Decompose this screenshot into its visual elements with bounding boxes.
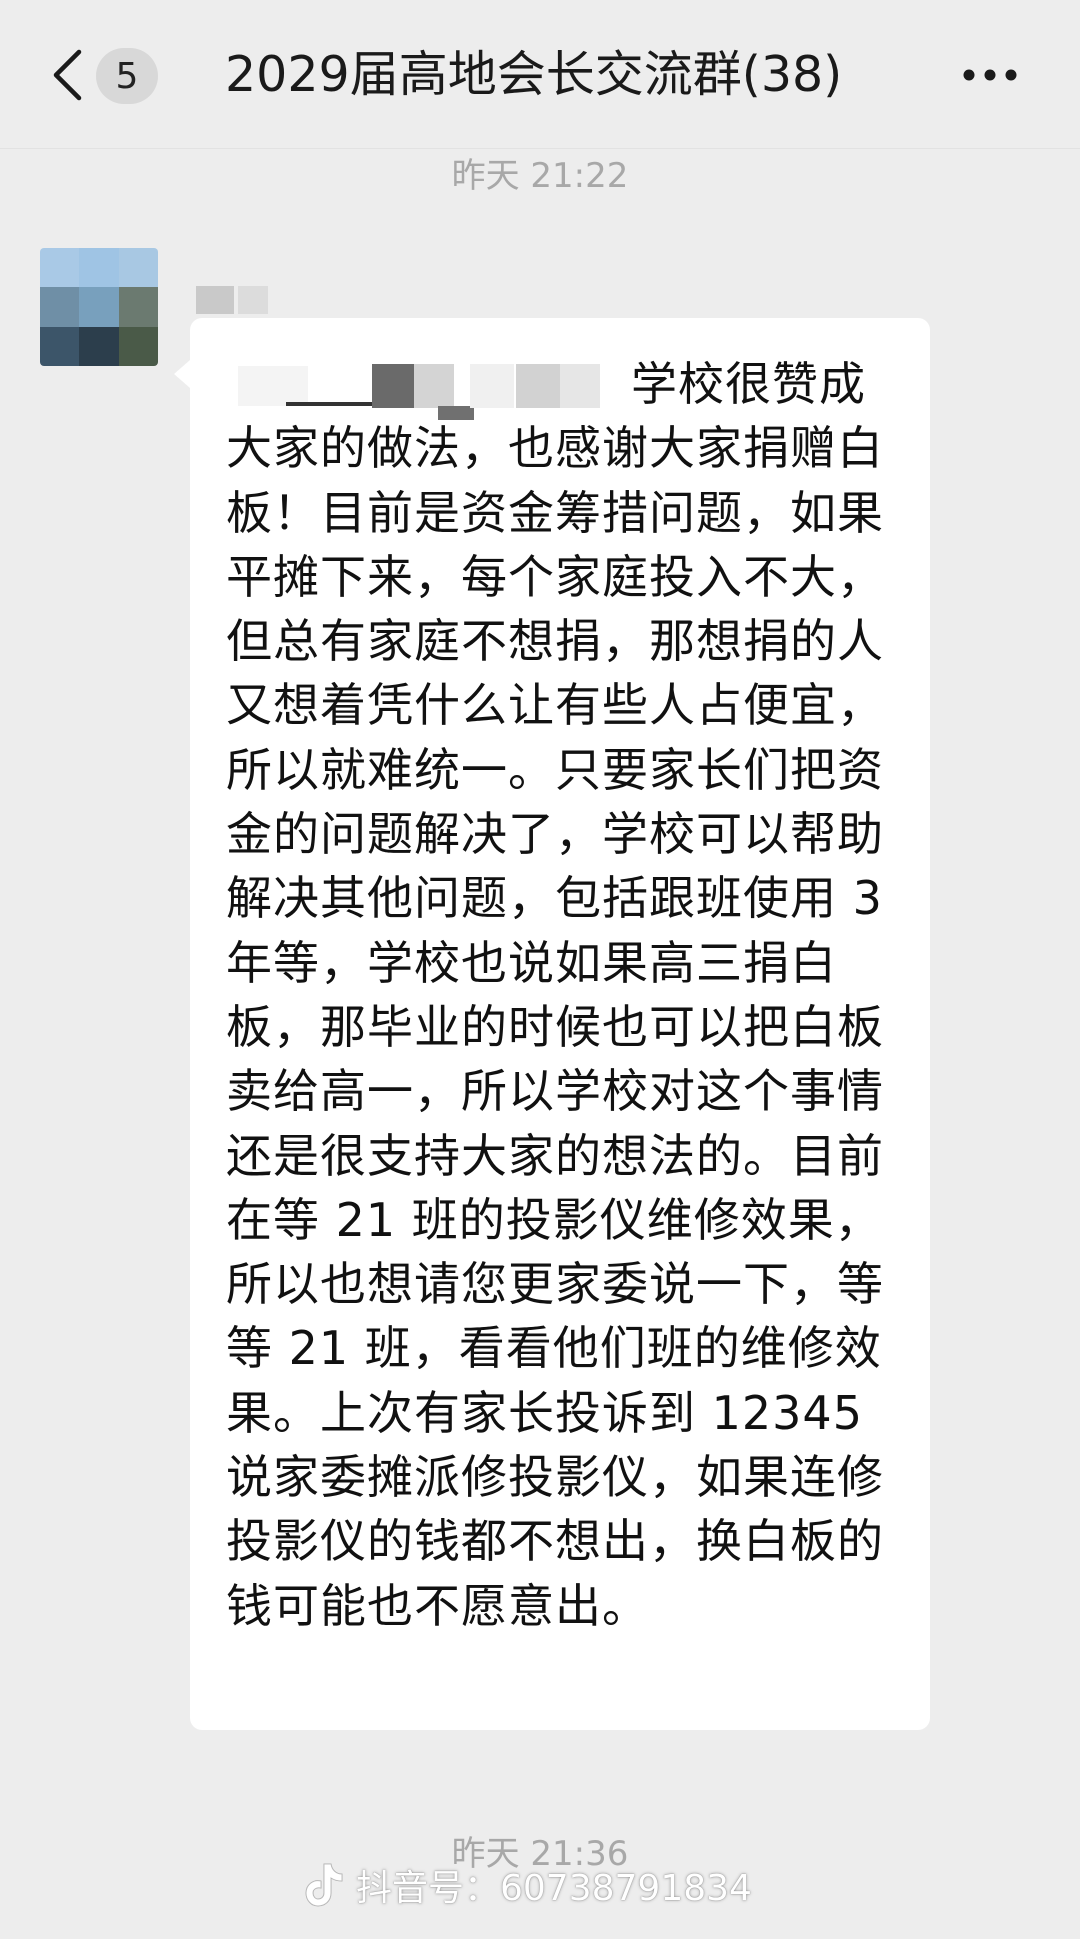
douyin-watermark: 抖音号：60738791834 <box>300 1858 820 1912</box>
sender-avatar[interactable] <box>40 248 158 366</box>
sender-name-blurred <box>196 284 306 316</box>
unread-count-badge[interactable]: 5 <box>96 48 158 104</box>
chevron-left-icon[interactable] <box>44 46 90 104</box>
chat-header: 5 2029届高地会长交流群(38) <box>0 0 1080 149</box>
more-horizontal-icon[interactable] <box>960 52 1020 98</box>
watermark-text: 抖音号：60738791834 <box>356 1868 752 1909</box>
chat-title: 2029届高地会长交流群(38) <box>225 46 843 103</box>
message-timestamp: 昨天 21:22 <box>451 156 629 196</box>
tiktok-logo-icon <box>305 1863 343 1907</box>
message-text: 学校很赞成大家的做法，也感谢大家捐赠白板！目前是资金筹措问题，如果平摊下来，每个… <box>226 357 884 1633</box>
message-bubble[interactable]: 学校很赞成大家的做法，也感谢大家捐赠白板！目前是资金筹措问题，如果平摊下来，每个… <box>174 318 930 1730</box>
